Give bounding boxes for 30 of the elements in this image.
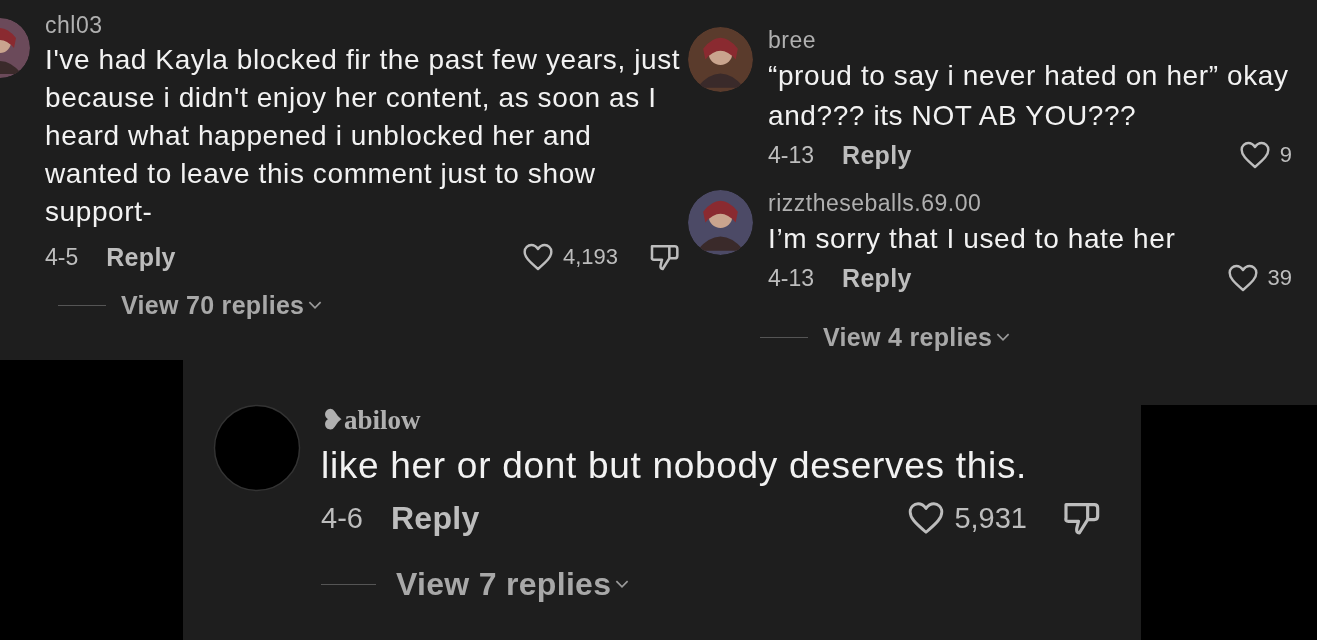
reply-button[interactable]: Reply: [106, 242, 176, 272]
heart-icon[interactable]: [1238, 140, 1271, 170]
chevron-down-icon: [615, 580, 630, 589]
comment-date: 4-5: [45, 243, 79, 271]
view-replies-button[interactable]: View 4 replies: [823, 323, 1011, 352]
comment-date: 4-6: [321, 501, 363, 535]
comment-text: “proud to say i never hated on her” okay and??? its NOT AB YOU???: [768, 59, 1290, 133]
reply-button[interactable]: Reply: [842, 140, 912, 170]
comment-text: like her or dont but nobody deserves this.: [321, 444, 1029, 488]
chevron-down-icon: [308, 301, 323, 310]
like-count: 39: [1267, 265, 1292, 291]
like-count: 9: [1279, 142, 1292, 168]
heart-icon[interactable]: [521, 242, 554, 272]
view-replies-button[interactable]: View 7 replies: [396, 566, 630, 603]
view-replies-button[interactable]: View 70 replies: [121, 291, 323, 320]
comment-text: I’m sorry that I used to hate her: [768, 222, 1177, 256]
like-count: 5,931: [954, 501, 1027, 535]
chevron-down-icon: [996, 333, 1011, 342]
username[interactable]: chl03: [45, 12, 103, 39]
username[interactable]: ❥abilow: [321, 404, 421, 436]
reply-button[interactable]: Reply: [390, 499, 480, 537]
comment-date: 4-13: [768, 264, 815, 292]
heart-icon[interactable]: [907, 500, 946, 536]
comment-date: 4-13: [768, 141, 815, 169]
comment-text: I've had Kayla blocked fir the past few years, just because i didn't enjoy her content, as soon as I heard what happened i unblocked her and wanted to leave this comment just to show support-: [45, 43, 682, 229]
username[interactable]: rizztheseballs.69.00: [768, 190, 982, 217]
like-count: 4,193: [562, 244, 618, 270]
username[interactable]: bree: [768, 27, 817, 54]
heart-icon[interactable]: [1226, 263, 1259, 293]
reply-button[interactable]: Reply: [842, 263, 912, 293]
